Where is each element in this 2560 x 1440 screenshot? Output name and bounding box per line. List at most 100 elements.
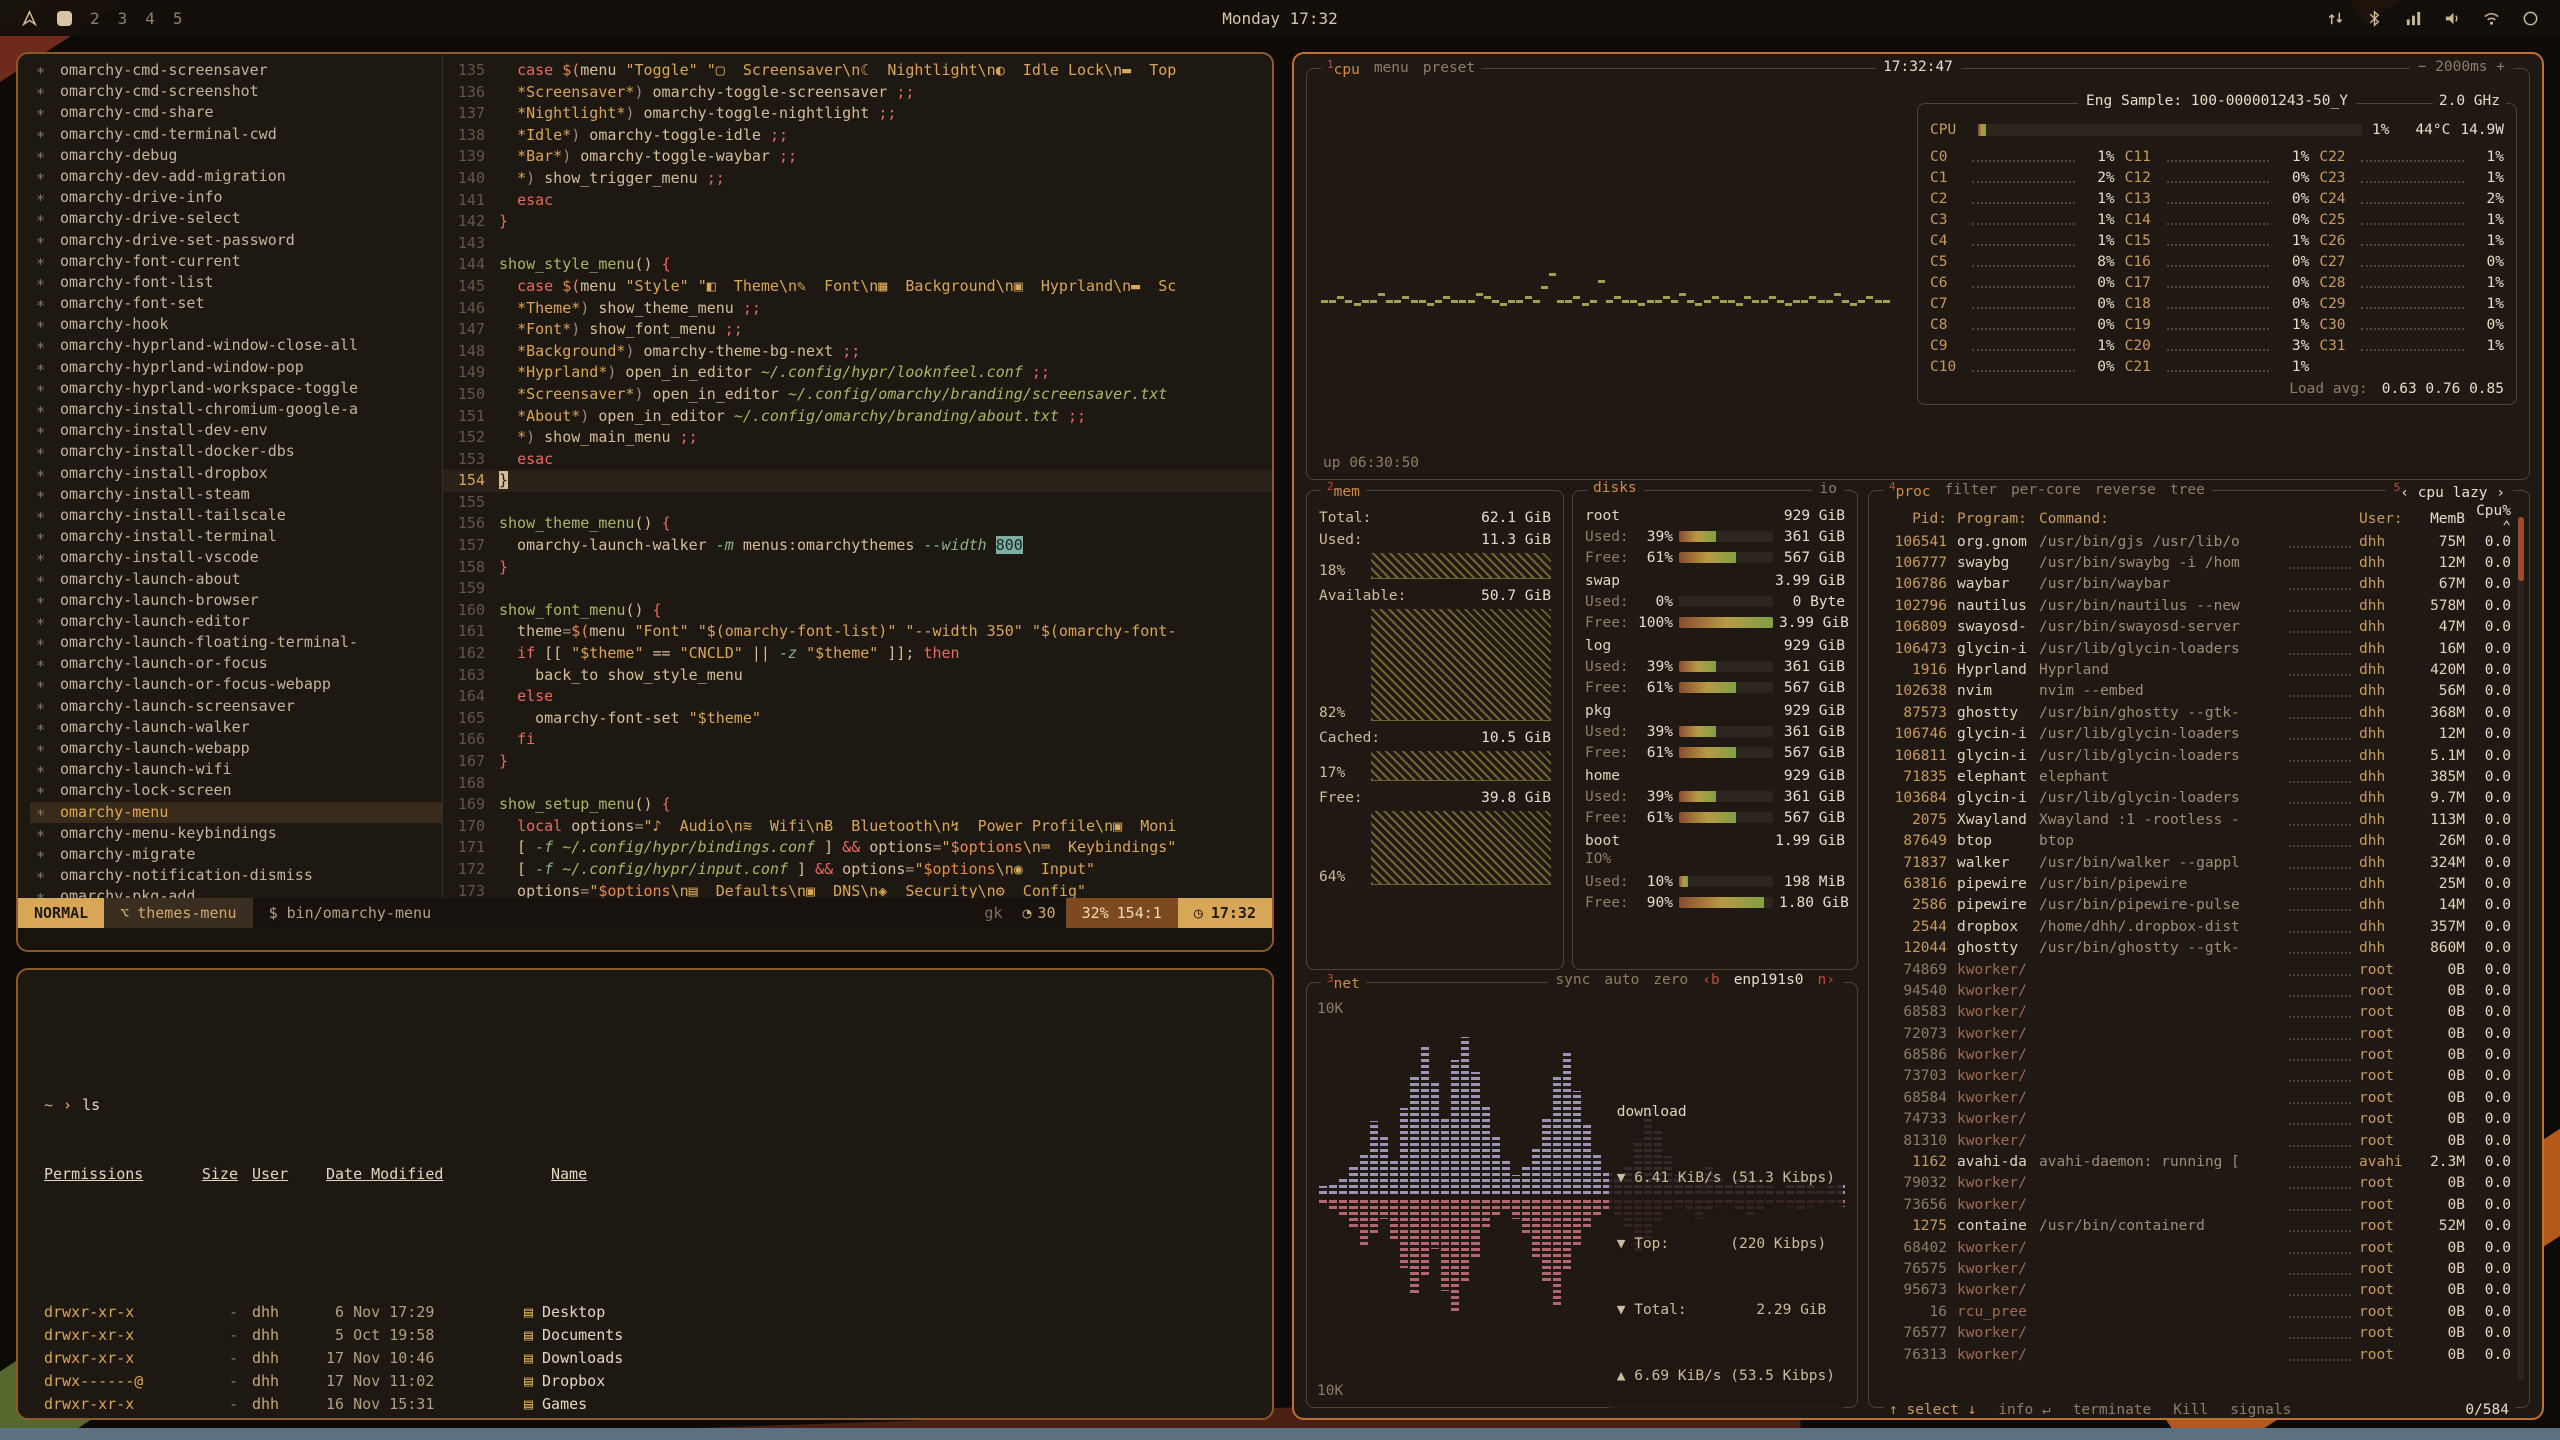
bluetooth-icon[interactable] — [2365, 9, 2384, 28]
file-tree-item[interactable]: ∗omarchy-launch-or-focus — [30, 653, 442, 674]
file-tree-item[interactable]: ∗omarchy-debug — [30, 145, 442, 166]
process-row[interactable]: 2586 pipewire /usr/bin/pipewire-pulse dh… — [1883, 895, 2511, 916]
signals-key[interactable]: signals — [2230, 1402, 2291, 1418]
process-row[interactable]: 106786 waybar /usr/bin/waybar dhh 67M 0.… — [1883, 574, 2511, 595]
process-row[interactable]: 87649 btop btop dhh 26M 0.0 — [1883, 830, 2511, 851]
process-row[interactable]: 68584 kworker/ root 0B 0.0 — [1883, 1087, 2511, 1108]
process-row[interactable]: 106777 swaybg /usr/bin/swaybg -i /hom dh… — [1883, 552, 2511, 573]
window-btop[interactable]: 1cpu menu preset 17:32:47 − 2000ms + up … — [1292, 52, 2544, 1420]
workspace-3[interactable]: 3 — [118, 9, 128, 28]
file-tree-item[interactable]: ∗omarchy-menu-keybindings — [30, 823, 442, 844]
file-tree-item[interactable]: ∗omarchy-launch-webapp — [30, 738, 442, 759]
file-tree-item[interactable]: ∗omarchy-install-tailscale — [30, 505, 442, 526]
process-row[interactable]: 68586 kworker/ root 0B 0.0 — [1883, 1044, 2511, 1065]
workspace-2[interactable]: 2 — [90, 9, 100, 28]
file-tree-item[interactable]: ∗omarchy-launch-walker — [30, 717, 442, 738]
preset-button[interactable]: preset — [1423, 60, 1475, 76]
process-row[interactable]: 76313 kworker/ root 0B 0.0 — [1883, 1344, 2511, 1365]
file-tree-item[interactable]: ∗omarchy-drive-info — [30, 187, 442, 208]
per-core-button[interactable]: per-core — [2011, 482, 2081, 498]
command-line[interactable] — [18, 928, 1272, 950]
process-row[interactable]: 76577 kworker/ root 0B 0.0 — [1883, 1322, 2511, 1343]
meter-icon[interactable] — [2404, 9, 2423, 28]
file-tree-item[interactable]: ∗omarchy-hyprland-window-pop — [30, 357, 442, 378]
process-row[interactable]: 102796 nautilus /usr/bin/nautilus --new … — [1883, 595, 2511, 616]
sort-column-selector[interactable]: 5‹ cpu lazy › — [2386, 481, 2513, 501]
file-tree-item[interactable]: ∗omarchy-font-set — [30, 293, 442, 314]
file-tree-item[interactable]: ∗omarchy-install-vscode — [30, 547, 442, 568]
tree-button[interactable]: tree — [2170, 482, 2205, 498]
process-row[interactable]: 68583 kworker/ root 0B 0.0 — [1883, 1002, 2511, 1023]
file-tree-item[interactable]: ∗omarchy-hyprland-window-close-all — [30, 335, 442, 356]
file-tree-item[interactable]: ∗omarchy-font-current — [30, 251, 442, 272]
process-row[interactable]: 2075 Xwayland Xwayland :1 -rootless - dh… — [1883, 809, 2511, 830]
file-tree-item[interactable]: ∗omarchy-install-terminal — [30, 526, 442, 547]
wifi-icon[interactable] — [2482, 9, 2501, 28]
process-row[interactable]: 1916 Hyprland Hyprland dhh 420M 0.0 — [1883, 659, 2511, 680]
process-row[interactable]: 106473 glycin-i /usr/lib/glycin-loaders … — [1883, 638, 2511, 659]
process-row[interactable]: 103684 glycin-i /usr/lib/glycin-loaders … — [1883, 788, 2511, 809]
file-tree-item[interactable]: ∗omarchy-drive-select — [30, 208, 442, 229]
process-row[interactable]: 74733 kworker/ root 0B 0.0 — [1883, 1109, 2511, 1130]
file-tree-item[interactable]: ∗omarchy-install-docker-dbs — [30, 441, 442, 462]
process-row[interactable]: 72073 kworker/ root 0B 0.0 — [1883, 1023, 2511, 1044]
file-tree-item[interactable]: ∗omarchy-font-list — [30, 272, 442, 293]
file-tree-item[interactable]: ∗omarchy-migrate — [30, 844, 442, 865]
workspace-4[interactable]: 4 — [145, 9, 155, 28]
file-tree-item[interactable]: ∗omarchy-install-chromium-google-a — [30, 399, 442, 420]
process-row[interactable]: 63816 pipewire /usr/bin/pipewire dhh 25M… — [1883, 873, 2511, 894]
file-tree-item[interactable]: ∗omarchy-install-dropbox — [30, 463, 442, 484]
record-circle-icon[interactable] — [2521, 9, 2540, 28]
workspace-5[interactable]: 5 — [173, 9, 183, 28]
file-tree-item[interactable]: ∗omarchy-cmd-terminal-cwd — [30, 124, 442, 145]
file-tree-item[interactable]: ∗omarchy-launch-wifi — [30, 759, 442, 780]
io-mode-button[interactable]: io — [1812, 481, 1845, 497]
file-tree-item[interactable]: ∗omarchy-cmd-screenshot — [30, 81, 442, 102]
process-row[interactable]: 12044 ghostty /usr/bin/ghostty --gtk- dh… — [1883, 937, 2511, 958]
filter-button[interactable]: filter — [1945, 482, 1997, 498]
process-row[interactable]: 71837 walker /usr/bin/walker --gappl dhh… — [1883, 852, 2511, 873]
file-tree-item[interactable]: ∗omarchy-launch-editor — [30, 611, 442, 632]
process-row[interactable]: 87573 ghostty /usr/bin/ghostty --gtk- dh… — [1883, 702, 2511, 723]
process-row[interactable]: 68402 kworker/ root 0B 0.0 — [1883, 1237, 2511, 1258]
volume-icon[interactable] — [2443, 9, 2462, 28]
file-tree-item[interactable]: ∗omarchy-launch-or-focus-webapp — [30, 674, 442, 695]
refresh-ms-control[interactable]: − 2000ms + — [2410, 59, 2513, 75]
process-row[interactable]: 73703 kworker/ root 0B 0.0 — [1883, 1066, 2511, 1087]
process-row[interactable]: 102638 nvim nvim --embed dhh 56M 0.0 — [1883, 681, 2511, 702]
process-row[interactable]: 106541 org.gnom /usr/bin/gjs /usr/lib/o … — [1883, 531, 2511, 552]
process-row[interactable]: 106746 glycin-i /usr/lib/glycin-loaders … — [1883, 724, 2511, 745]
file-tree-item[interactable]: ∗omarchy-pkg-add — [30, 886, 442, 898]
file-tree-item[interactable]: ∗omarchy-cmd-share — [30, 102, 442, 123]
proc-scrollbar[interactable] — [2518, 517, 2524, 1381]
process-row[interactable]: 76575 kworker/ root 0B 0.0 — [1883, 1258, 2511, 1279]
file-tree-item[interactable]: ∗omarchy-notification-dismiss — [30, 865, 442, 886]
info-key[interactable]: info ↵ — [1998, 1402, 2050, 1418]
file-tree-item[interactable]: ∗omarchy-launch-about — [30, 569, 442, 590]
process-row[interactable]: 2544 dropbox /home/dhh/.dropbox-dist dhh… — [1883, 916, 2511, 937]
file-tree-item[interactable]: ∗omarchy-hyprland-workspace-toggle — [30, 378, 442, 399]
menu-button[interactable]: menu — [1374, 60, 1409, 76]
process-row[interactable]: 95673 kworker/ root 0B 0.0 — [1883, 1280, 2511, 1301]
clock[interactable]: Monday 17:32 — [1222, 9, 1338, 28]
file-tree-item[interactable]: ∗omarchy-install-dev-env — [30, 420, 442, 441]
process-row[interactable]: 106809 swayosd- /usr/bin/swayosd-server … — [1883, 617, 2511, 638]
process-row[interactable]: 106811 glycin-i /usr/lib/glycin-loaders … — [1883, 745, 2511, 766]
process-row[interactable]: 73656 kworker/ root 0B 0.0 — [1883, 1194, 2511, 1215]
process-row[interactable]: 81310 kworker/ root 0B 0.0 — [1883, 1130, 2511, 1151]
window-neovim[interactable]: ∗omarchy-cmd-screensaver ∗omarchy-cmd-sc… — [16, 52, 1274, 952]
file-tree-item[interactable]: ∗omarchy-drive-set-password — [30, 230, 442, 251]
select-keys[interactable]: ↑ select ↓ — [1889, 1402, 1976, 1418]
file-tree-item[interactable]: ∗omarchy-launch-browser — [30, 590, 442, 611]
process-row[interactable]: 16 rcu_pree root 0B 0.0 — [1883, 1301, 2511, 1322]
process-row[interactable]: 74869 kworker/ root 0B 0.0 — [1883, 959, 2511, 980]
process-row[interactable]: 1162 avahi-da avahi-daemon: running [ av… — [1883, 1151, 2511, 1172]
file-tree-item[interactable]: ∗omarchy-menu — [30, 802, 442, 823]
file-tree-item[interactable]: ∗omarchy-launch-floating-terminal- — [30, 632, 442, 653]
file-tree-item[interactable]: ∗omarchy-install-steam — [30, 484, 442, 505]
process-row[interactable]: 71835 elephant elephant dhh 385M 0.0 — [1883, 766, 2511, 787]
reverse-button[interactable]: reverse — [2095, 482, 2156, 498]
kill-key[interactable]: Kill — [2173, 1402, 2208, 1418]
file-tree-item[interactable]: ∗omarchy-lock-screen — [30, 780, 442, 801]
window-terminal-files[interactable]: ~›ls Permissions Size User Date Modified… — [16, 968, 1274, 1420]
